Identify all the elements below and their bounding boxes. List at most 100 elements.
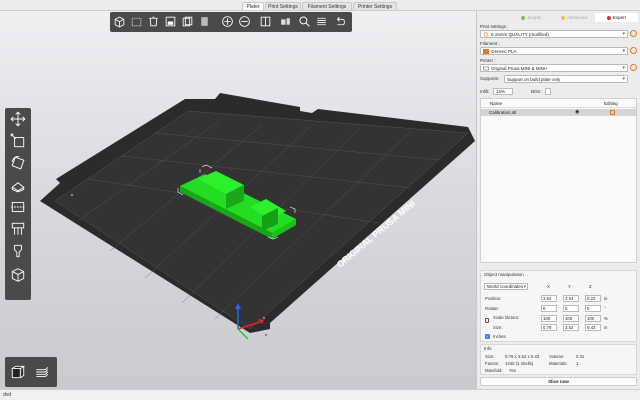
object-list: Name Editing Calibration.stl ◉ <box>480 98 637 263</box>
search-button[interactable] <box>297 14 312 29</box>
split-objects-button[interactable] <box>258 14 273 29</box>
cut-tool-button[interactable] <box>8 198 28 216</box>
position-z-input[interactable]: 0.22 <box>585 295 601 302</box>
filament-edit-icon[interactable] <box>630 47 637 54</box>
tab-printer-settings[interactable]: Printer Settings <box>353 2 397 10</box>
scale-y-input[interactable]: 100 <box>563 315 579 322</box>
size-x-input[interactable]: 0.79 <box>541 324 557 331</box>
print-bed: ORIGINAL PRUSA MINI <box>40 93 475 340</box>
rotate-z-input[interactable]: 0 <box>585 305 601 312</box>
3d-viewport[interactable]: ORIGINAL PRUSA MINI <box>0 11 476 389</box>
mode-expert-label: Expert <box>612 15 626 20</box>
tab-print-settings[interactable]: Print Settings <box>265 2 301 10</box>
column-name: Name <box>490 101 503 106</box>
eye-icon[interactable]: ◉ <box>575 109 579 116</box>
brim-checkbox[interactable] <box>545 88 551 95</box>
place-on-face-button[interactable] <box>8 176 28 194</box>
object-manipulation-section: Object manipulation World coordinates ▾ … <box>480 270 637 342</box>
delete-button[interactable] <box>129 14 144 29</box>
rotate-y-input[interactable]: 0 <box>563 305 579 312</box>
filament-label: Filament : <box>480 41 500 46</box>
info-size-value: 0.79 x 3.52 x 0.43 <box>505 354 540 359</box>
chevron-down-icon: ▾ <box>622 76 625 82</box>
info-facets-value: 1440 (1 shells) <box>505 361 534 366</box>
position-x-input[interactable]: 3.54 <box>541 295 557 302</box>
size-label: Size: <box>493 325 503 330</box>
paste-button[interactable] <box>197 14 212 29</box>
axis-y-label: Y <box>568 284 571 289</box>
scale-label: Scale factors: <box>493 315 520 320</box>
supports-select[interactable]: Support on build plate only ▾ <box>504 75 628 83</box>
scale-unit: % <box>604 316 608 321</box>
plus-circle-icon <box>222 16 233 27</box>
minus-circle-icon <box>239 16 250 27</box>
layers-editing-button[interactable] <box>314 14 329 29</box>
supports-paint-button[interactable] <box>8 220 28 238</box>
add-object-button[interactable] <box>112 14 127 29</box>
edit-icon[interactable] <box>610 110 615 115</box>
tab-plater[interactable]: Plater <box>242 2 264 10</box>
delete-all-button[interactable] <box>146 14 161 29</box>
size-unit: in <box>604 325 608 330</box>
print-settings-edit-icon[interactable] <box>630 30 637 37</box>
printer-icon <box>483 66 489 71</box>
scale-tool-button[interactable] <box>8 132 28 150</box>
info-volume-label: Volume: <box>549 354 565 359</box>
move-tool-button[interactable] <box>8 110 28 128</box>
list-item[interactable]: Calibration.stl ◉ <box>481 109 636 116</box>
tab-filament-settings[interactable]: Filament Settings <box>302 2 352 10</box>
arrange-button[interactable] <box>163 14 178 29</box>
column-editing: Editing <box>604 101 618 106</box>
position-label: Position: <box>485 296 502 301</box>
trash-icon <box>149 16 158 27</box>
position-y-input[interactable]: 3.54 <box>563 295 579 302</box>
info-manifold-value: Yes <box>509 368 517 373</box>
slice-now-button[interactable]: Slice now <box>480 377 637 386</box>
printer-select[interactable]: Original Prusa MINI & MINI+ ▾ <box>480 64 628 72</box>
scale-x-input[interactable]: 100 <box>541 315 557 322</box>
place-face-icon <box>11 182 25 193</box>
inches-checkbox[interactable]: ✓ <box>485 334 490 339</box>
seam-paint-button[interactable] <box>8 242 28 260</box>
filament-select[interactable]: Generic PLA ▾ <box>480 47 628 55</box>
undo-icon <box>337 16 345 26</box>
3d-view-button[interactable] <box>8 363 28 381</box>
mode-advanced[interactable]: Advanced <box>553 13 596 22</box>
remove-instance-button[interactable] <box>237 14 252 29</box>
size-y-input[interactable]: 3.52 <box>563 324 579 331</box>
chevron-down-icon: ▾ <box>622 48 625 54</box>
position-unit: in <box>604 296 608 301</box>
printer-edit-icon[interactable] <box>630 64 637 71</box>
split-parts-button[interactable] <box>278 14 293 29</box>
add-instance-button[interactable] <box>220 14 235 29</box>
mode-selector: Simple Advanced Expert <box>510 13 639 22</box>
print-settings-value: 0.15mm QUALITY (modified) <box>491 32 549 37</box>
mode-simple[interactable]: Simple <box>510 13 553 22</box>
chevron-down-icon: ▾ <box>622 31 625 37</box>
split-parts-icon <box>281 18 290 25</box>
add-cube-icon <box>114 16 125 28</box>
scale-z-input[interactable]: 100 <box>585 315 601 322</box>
rotate-x-input[interactable]: 0 <box>541 305 557 312</box>
infill-label: Infill: <box>480 89 490 94</box>
move-icon <box>10 111 26 127</box>
infill-select[interactable]: 15% <box>493 88 513 95</box>
print-settings-select[interactable]: 0.15mm QUALITY (modified) ▾ <box>480 30 628 38</box>
object-name: Calibration.stl <box>489 110 517 115</box>
lock-icon[interactable] <box>485 318 489 323</box>
info-title: Info <box>484 346 492 351</box>
preview-button[interactable] <box>32 363 52 381</box>
top-toolbar <box>110 12 352 32</box>
mode-advanced-label: Advanced <box>566 15 587 20</box>
status-bar: dvd <box>0 389 640 400</box>
mode-expert[interactable]: Expert <box>595 13 638 22</box>
rotate-tool-button[interactable] <box>8 154 28 172</box>
size-z-input[interactable]: 0.43 <box>585 324 601 331</box>
rotate-icon <box>11 156 25 170</box>
object-list-header: Name Editing <box>481 99 636 108</box>
copy-button[interactable] <box>180 14 195 29</box>
undo-button[interactable] <box>332 14 347 29</box>
variable-layer-button[interactable] <box>8 266 28 284</box>
coordinate-system-select[interactable]: World coordinates ▾ <box>484 283 528 290</box>
cut-icon <box>11 201 25 213</box>
